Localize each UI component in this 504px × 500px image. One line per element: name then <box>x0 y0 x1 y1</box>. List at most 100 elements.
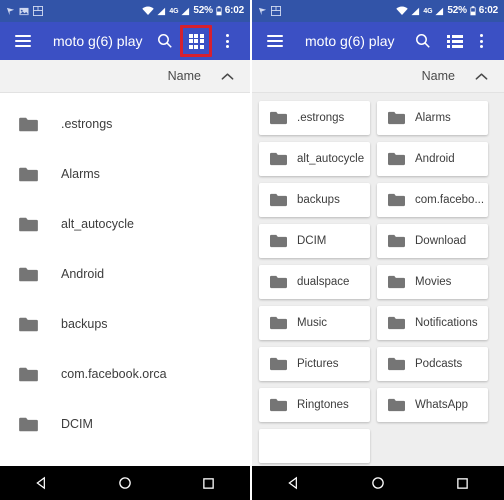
folder-icon <box>270 275 287 289</box>
status-bar-right: 4G 52% 6:02 <box>252 0 504 22</box>
phone-screenshot-left: 4G 52% 6:02 moto g(6) play Name .estrong… <box>0 0 252 500</box>
home-circle-icon[interactable] <box>105 466 145 500</box>
phone-screenshot-right: 4G 52% 6:02 moto g(6) play Name .estrong… <box>252 0 504 500</box>
network-type-label: 4G <box>423 7 433 15</box>
list-view-toggle-button[interactable] <box>442 28 468 54</box>
list-item[interactable]: Android <box>0 249 250 299</box>
status-system-icons: 4G 52% 6:02 <box>142 6 244 16</box>
folder-icon <box>388 111 405 125</box>
hamburger-lines <box>15 35 31 47</box>
file-grid-right[interactable]: .estrongs Alarms alt_autocycle Android backu… <box>252 93 504 466</box>
status-notification-icons-right <box>258 6 281 16</box>
grid-item-label: backups <box>297 194 340 206</box>
recents-square-icon[interactable] <box>188 466 228 500</box>
folder-icon <box>388 398 405 412</box>
folder-icon <box>270 111 287 125</box>
grid-item[interactable]: alt_autocycle <box>259 142 370 176</box>
grid-item[interactable]: Music <box>259 306 370 340</box>
back-triangle-icon[interactable] <box>274 466 314 500</box>
battery-percent-label: 52% <box>447 5 467 16</box>
folder-icon <box>19 317 38 331</box>
grid-item[interactable]: WhatsApp <box>377 388 488 422</box>
more-options-icon[interactable] <box>214 28 240 54</box>
list-item-label: DCIM <box>61 417 93 431</box>
grid-item[interactable]: Download <box>377 224 488 258</box>
grid-item[interactable]: dualspace <box>259 265 370 299</box>
home-circle-icon[interactable] <box>358 466 398 500</box>
search-icon[interactable] <box>152 28 178 54</box>
kebab-dots <box>225 34 229 48</box>
grid-view-toggle-button[interactable] <box>180 25 212 57</box>
recents-square-icon[interactable] <box>442 466 482 500</box>
folder-icon <box>19 117 38 131</box>
list-item-label: alt_autocycle <box>61 217 134 231</box>
battery-percent-label: 52% <box>193 5 213 16</box>
grid-item[interactable]: Ringtones <box>259 388 370 422</box>
list-view-icon <box>447 34 463 48</box>
wifi-icon <box>396 6 409 15</box>
chevron-up-icon[interactable] <box>475 72 488 81</box>
list-item[interactable]: DCIM <box>0 399 250 449</box>
grid-item-label: Movies <box>415 276 452 288</box>
hamburger-lines <box>267 35 283 47</box>
grid-item-label: dualspace <box>297 276 350 288</box>
file-list-left[interactable]: .estrongs Alarms alt_autocycle Android backu… <box>0 93 250 466</box>
grid-item[interactable]: com.facebo... <box>377 183 488 217</box>
back-triangle-icon[interactable] <box>22 466 62 500</box>
grid-item[interactable]: Alarms <box>377 101 488 135</box>
sort-bar-right[interactable]: Name <box>252 60 504 93</box>
grid-item[interactable]: backups <box>259 183 370 217</box>
folder-icon <box>270 193 287 207</box>
grid-item-label: WhatsApp <box>415 399 469 411</box>
grid-item[interactable]: .estrongs <box>259 101 370 135</box>
android-nav-bar-right <box>252 466 504 500</box>
folder-icon <box>270 234 287 248</box>
folder-icon <box>388 193 405 207</box>
grid-item[interactable]: Podcasts <box>377 347 488 381</box>
grid-item[interactable]: Android <box>377 142 488 176</box>
status-system-icons-right: 4G 52% 6:02 <box>396 6 498 16</box>
more-options-icon[interactable] <box>468 28 494 54</box>
grid-item[interactable]: Notifications <box>377 306 488 340</box>
list-item-label: backups <box>61 317 108 331</box>
grid-item[interactable]: DCIM <box>259 224 370 258</box>
list-item-label: .estrongs <box>61 117 113 131</box>
grid-item-label: Pictures <box>297 358 339 370</box>
signal-bars-icon <box>157 7 166 15</box>
list-item-label: Android <box>61 267 105 281</box>
grid-item[interactable]: Movies <box>377 265 488 299</box>
hamburger-menu-icon[interactable] <box>262 28 288 54</box>
hamburger-menu-icon[interactable] <box>10 28 36 54</box>
grid-item-label: Android <box>415 153 455 165</box>
grid-item[interactable] <box>259 429 370 463</box>
folder-icon <box>388 275 405 289</box>
list-item[interactable]: com.facebook.orca <box>0 349 250 399</box>
battery-icon <box>470 6 476 16</box>
signal-bars-icon <box>411 7 420 15</box>
wifi-icon <box>142 6 155 15</box>
sort-label: Name <box>167 69 201 83</box>
clock-label: 6:02 <box>478 5 498 16</box>
chevron-up-icon[interactable] <box>221 72 234 81</box>
list-item[interactable]: backups <box>0 299 250 349</box>
screenshot-icon <box>33 6 43 16</box>
list-item[interactable]: alt_autocycle <box>0 199 250 249</box>
toolbar-title: moto g(6) play <box>53 33 143 49</box>
grid-item-label: Ringtones <box>297 399 349 411</box>
send-icon <box>6 7 15 15</box>
grid-item-label: Music <box>297 317 328 329</box>
folder-icon <box>270 357 287 371</box>
list-item[interactable]: .estrongs <box>0 99 250 149</box>
clock-label: 6:02 <box>224 5 244 16</box>
app-toolbar-left: moto g(6) play <box>0 22 250 60</box>
folder-icon <box>19 367 38 381</box>
search-icon[interactable] <box>410 28 436 54</box>
sort-bar-left[interactable]: Name <box>0 60 250 93</box>
folder-icon <box>388 357 405 371</box>
android-nav-bar-left <box>0 466 250 500</box>
grid-item-label: Alarms <box>415 112 451 124</box>
grid-item[interactable]: Pictures <box>259 347 370 381</box>
grid-item-label: Notifications <box>415 317 478 329</box>
list-item[interactable]: Alarms <box>0 149 250 199</box>
signal-bars-icon-2 <box>181 7 190 15</box>
